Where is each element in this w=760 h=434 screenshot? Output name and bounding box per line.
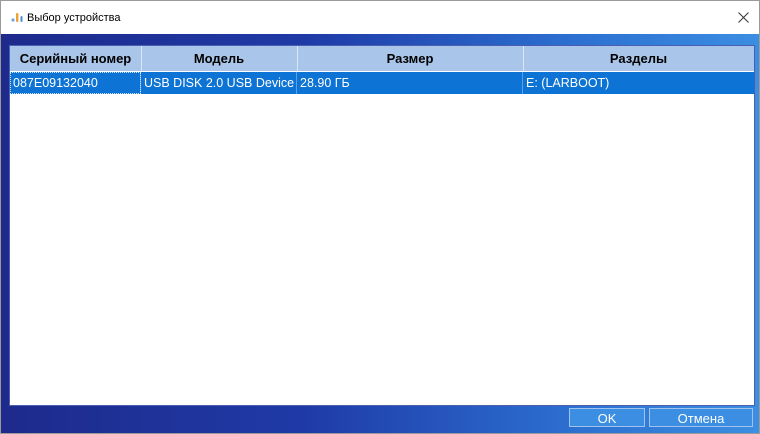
column-header-serial[interactable]: Серийный номер	[10, 46, 142, 71]
ok-button[interactable]: OK	[569, 408, 645, 427]
cell-serial: 087E09132040	[10, 72, 141, 94]
dropper-icon	[11, 13, 23, 22]
column-header-model[interactable]: Модель	[141, 46, 298, 71]
dialog-client-area: Серийный номер Модель Размер Разделы 087…	[1, 34, 759, 433]
device-list[interactable]: Серийный номер Модель Размер Разделы 087…	[9, 45, 755, 406]
column-header-size[interactable]: Размер	[297, 46, 524, 71]
cancel-button[interactable]: Отмена	[649, 408, 753, 427]
device-select-dialog: Выбор устройства Серийный номер Модель Р…	[0, 0, 760, 434]
title-bar: Выбор устройства	[1, 1, 759, 34]
close-button[interactable]	[727, 1, 759, 34]
list-header: Серийный номер Модель Размер Разделы	[10, 46, 754, 71]
table-row[interactable]: 087E09132040 USB DISK 2.0 USB Device 28.…	[10, 72, 754, 94]
close-icon	[737, 12, 749, 23]
column-header-partitions[interactable]: Разделы	[523, 46, 754, 71]
cell-partitions: E: (LARBOOT)	[526, 76, 610, 90]
window-title: Выбор устройства	[27, 12, 121, 24]
cell-size: 28.90 ГБ	[297, 72, 523, 94]
cell-model: USB DISK 2.0 USB Device	[141, 72, 297, 94]
